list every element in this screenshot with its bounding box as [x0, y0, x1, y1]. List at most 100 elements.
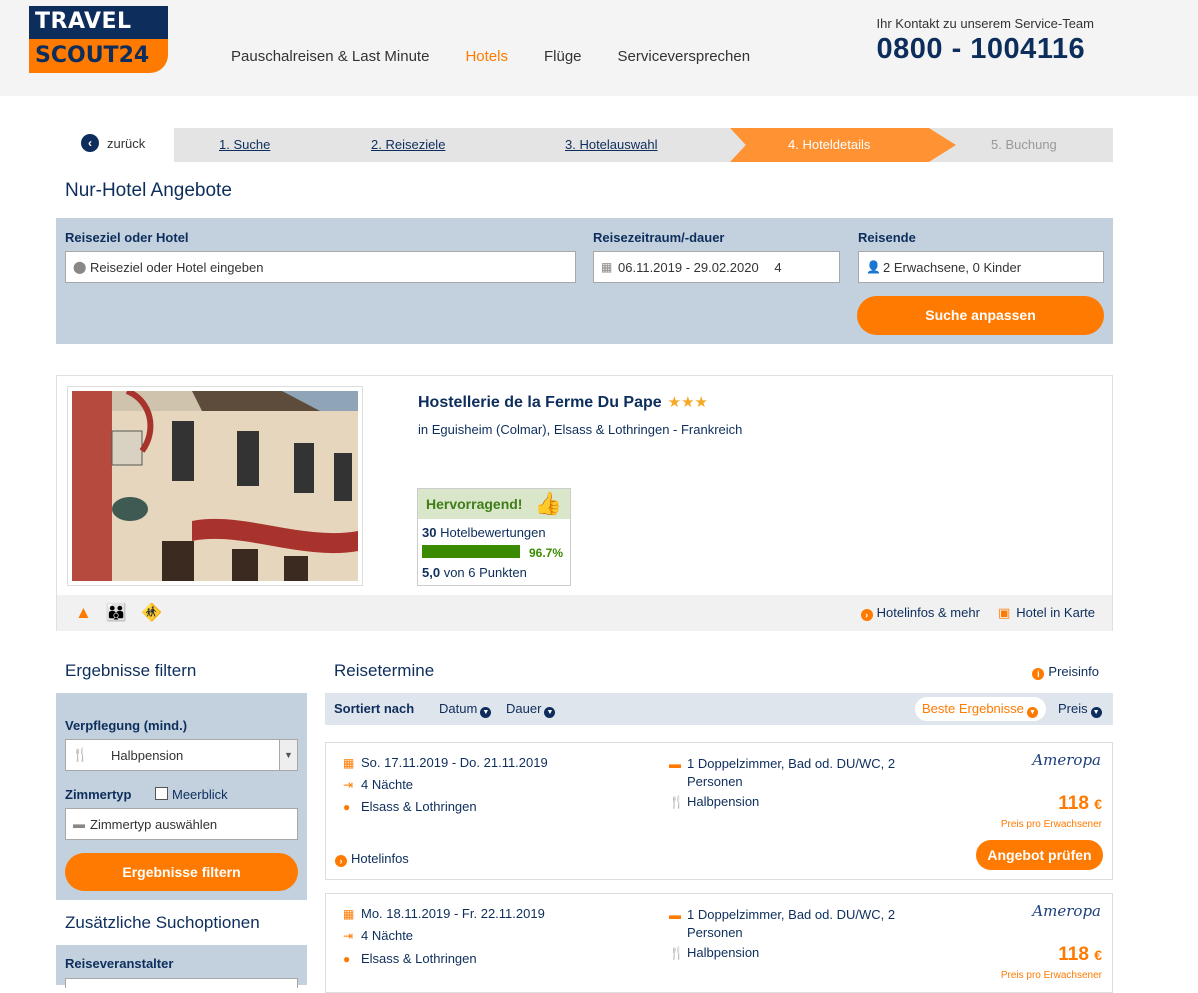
recommend-bar [422, 545, 520, 558]
offer-price: 118 € [1058, 793, 1102, 815]
board-label: Verpflegung (mind.) [65, 718, 188, 733]
offer-price-note: Preis pro Erwachsener [1000, 970, 1102, 981]
room-type-input[interactable]: ▬ Zimmertyp auswählen [65, 808, 298, 840]
nav-hotels[interactable]: Hotels [465, 48, 508, 65]
filter-title: Ergebnisse filtern [65, 661, 197, 680]
sort-date-label: Datum [439, 701, 478, 716]
step-suche[interactable]: 1. Suche [219, 137, 270, 152]
offer-region: ● Elsass & Lothringen [343, 799, 477, 814]
offer-nights-text: 4 Nächte [361, 928, 414, 943]
offer-hotelinfos-label: Hotelinfos [351, 851, 409, 866]
sort-best-results[interactable]: Beste Ergebnisse ▼ [915, 697, 1046, 721]
seaview-checkbox[interactable] [155, 787, 168, 800]
contact-label: Ihr Kontakt zu unserem Service-Team [876, 16, 1094, 31]
period-value: 06.11.2019 - 29.02.2020 [618, 260, 759, 275]
main-nav: Pauschalreisen & Last Minute Hotels Flüg… [231, 48, 750, 65]
chevron-down-icon: ▼ [480, 707, 492, 718]
fork-knife-icon: 🍴 [669, 946, 684, 960]
amenity-icons: ▲ 👪 🚸 [75, 603, 162, 623]
page-title: Nur-Hotel Angebote [65, 180, 232, 201]
seaview-label: Meerblick [172, 787, 228, 802]
results-title: Reisetermine [334, 661, 435, 680]
score-line: 5,0 von 6 Punkten [422, 565, 527, 580]
step-hotelauswahl[interactable]: 3. Hotelauswahl [565, 137, 658, 152]
check-offer-button[interactable]: Angebot prüfen [976, 840, 1103, 870]
chevron-right-icon: › [860, 609, 873, 621]
offer-board-text: Halbpension [687, 945, 760, 960]
offer-price-note: Preis pro Erwachsener [1000, 819, 1102, 830]
offer-dates: ▦ Mo. 18.11.2019 - Fr. 22.11.2019 [343, 906, 545, 921]
nav-pauschalreisen[interactable]: Pauschalreisen & Last Minute [231, 48, 429, 65]
travelers-value: 2 Erwachsene, 0 Kinder [883, 260, 1022, 275]
arrow-right-icon: ⇥ [343, 929, 354, 943]
offer-price-value: 118 [1058, 793, 1089, 814]
nav-serviceversprechen[interactable]: Serviceversprechen [618, 48, 751, 65]
operator-select[interactable] [65, 978, 298, 988]
hotel-map-label: Hotel in Karte [1016, 605, 1095, 620]
offer-nights: ⇥ 4 Nächte [343, 777, 413, 792]
hotel-links: › Hotelinfos & mehr ▣ Hotel in Karte [860, 605, 1095, 621]
offer-region-text: Elsass & Lothringen [361, 951, 477, 966]
offer-card: ▦ Mo. 18.11.2019 - Fr. 22.11.2019 ⇥ 4 Näch… [325, 893, 1113, 993]
board-select[interactable]: 🍴 Halbpension ▼ [65, 739, 298, 771]
ameropa-logo: Ameropa [1032, 902, 1101, 920]
recommend-pct: 96.7% [529, 546, 564, 560]
extra-options-panel: Reiseveranstalter [56, 945, 307, 988]
hotel-photo[interactable] [67, 386, 363, 586]
offer-card: ▦ So. 17.11.2019 - Do. 21.11.2019 ⇥ 4 Näch… [325, 742, 1113, 880]
step-reiseziele[interactable]: 2. Reiseziele [371, 137, 445, 152]
filter-submit-button[interactable]: Ergebnisse filtern [65, 853, 298, 891]
phone-number[interactable]: 0800 - 1004116 [877, 33, 1094, 66]
offer-nights: ⇥ 4 Nächte [343, 928, 413, 943]
chevron-right-icon: › [335, 855, 347, 867]
thumbs-up-icon: 👍 [534, 491, 562, 516]
offer-hotelinfos-link[interactable]: › Hotelinfos [335, 851, 409, 867]
back-link[interactable]: ‹ zurück [81, 134, 145, 152]
arrow-right-icon: ⇥ [343, 778, 354, 792]
reception-bell-icon: ▲ [75, 603, 92, 622]
back-label: zurück [107, 135, 146, 151]
bed-icon: ▬ [669, 757, 681, 771]
period-input[interactable]: ▦ 06.11.2019 - 29.02.2020 4 [593, 251, 840, 283]
hotel-name-text: Hostellerie de la Ferme Du Pape [418, 394, 662, 411]
logo-bottom: SCOUT24 [29, 39, 168, 73]
sort-date[interactable]: Datum ▼ [439, 701, 492, 718]
sort-duration[interactable]: Dauer ▼ [506, 701, 556, 718]
rating-header: Hervorragend! 👍 [418, 489, 570, 519]
offer-board-text: Halbpension [687, 794, 760, 809]
travelscout24-logo[interactable]: TRAVEL SCOUT24 [29, 6, 168, 73]
sort-price[interactable]: Preis ▼ [1058, 701, 1102, 718]
rating-box: Hervorragend! 👍 30 Hotelbewertungen 96.7… [417, 488, 571, 586]
reviews-count: 30 [422, 525, 437, 540]
score-value: 5,0 [422, 565, 441, 580]
destination-input[interactable]: ⬤ Reiseziel oder Hotel eingeben [65, 251, 576, 283]
hotel-location: in Eguisheim (Colmar), Elsass & Lothring… [418, 422, 743, 437]
sort-duration-label: Dauer [506, 701, 542, 716]
calendar-icon: ▦ [343, 907, 355, 921]
hotel-name[interactable]: Hostellerie de la Ferme Du Pape ★★★ [418, 393, 708, 412]
hotelinfos-label: Hotelinfos & mehr [876, 605, 980, 620]
hotel-action-bar: ▲ 👪 🚸 › Hotelinfos & mehr ▣ Hotel in Karte [57, 595, 1112, 631]
nav-fluege[interactable]: Flüge [544, 48, 582, 65]
step-hoteldetails-label: 4. Hoteldetails [788, 137, 871, 152]
bed-icon: ▬ [669, 908, 681, 922]
offer-board: 🍴 Halbpension [669, 945, 759, 960]
priceinfo-link[interactable]: i Preisinfo [1032, 664, 1099, 680]
contact-box: Ihr Kontakt zu unserem Service-Team 0800… [877, 16, 1094, 66]
offer-price: 118 € [1058, 944, 1102, 966]
chevron-left-icon: ‹ [81, 134, 99, 152]
hotelinfos-link[interactable]: › Hotelinfos & mehr [860, 605, 980, 621]
hotel-facade-image [72, 391, 358, 581]
map-pin-icon: ⬤ [73, 260, 87, 274]
offer-board: 🍴 Halbpension [669, 794, 759, 809]
travelers-input[interactable]: 👤 2 Erwachsene, 0 Kinder [858, 251, 1104, 283]
search-submit-button[interactable]: Suche anpassen [857, 296, 1104, 335]
hotel-map-link[interactable]: ▣ Hotel in Karte [998, 605, 1095, 621]
offer-room-line2: Personen [687, 925, 743, 940]
filter-panel: Verpflegung (mind.) 🍴 Halbpension ▼ Zimm… [56, 693, 307, 900]
extra-options-title: Zusätzliche Suchoptionen [65, 913, 260, 932]
family-icon: 👪 [105, 603, 127, 622]
offer-nights-text: 4 Nächte [361, 777, 414, 792]
offer-region: ● Elsass & Lothringen [343, 951, 477, 966]
person-icon: 👤 [866, 260, 881, 274]
